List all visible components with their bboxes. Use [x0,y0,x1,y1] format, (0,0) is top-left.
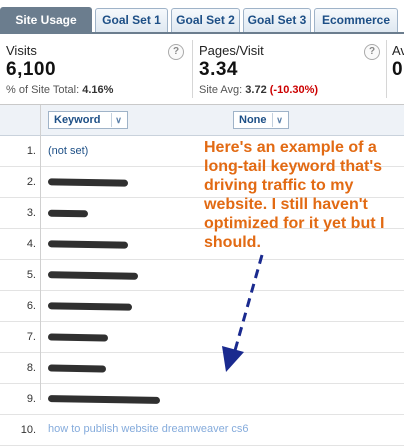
table-row[interactable]: 10. how to publish website dreamweaver c… [0,415,404,446]
annotation-arrow-icon [222,254,264,372]
keyword-link[interactable]: how to publish website dreamweaver cs6 [48,423,249,435]
row-number: 10. [20,424,36,436]
